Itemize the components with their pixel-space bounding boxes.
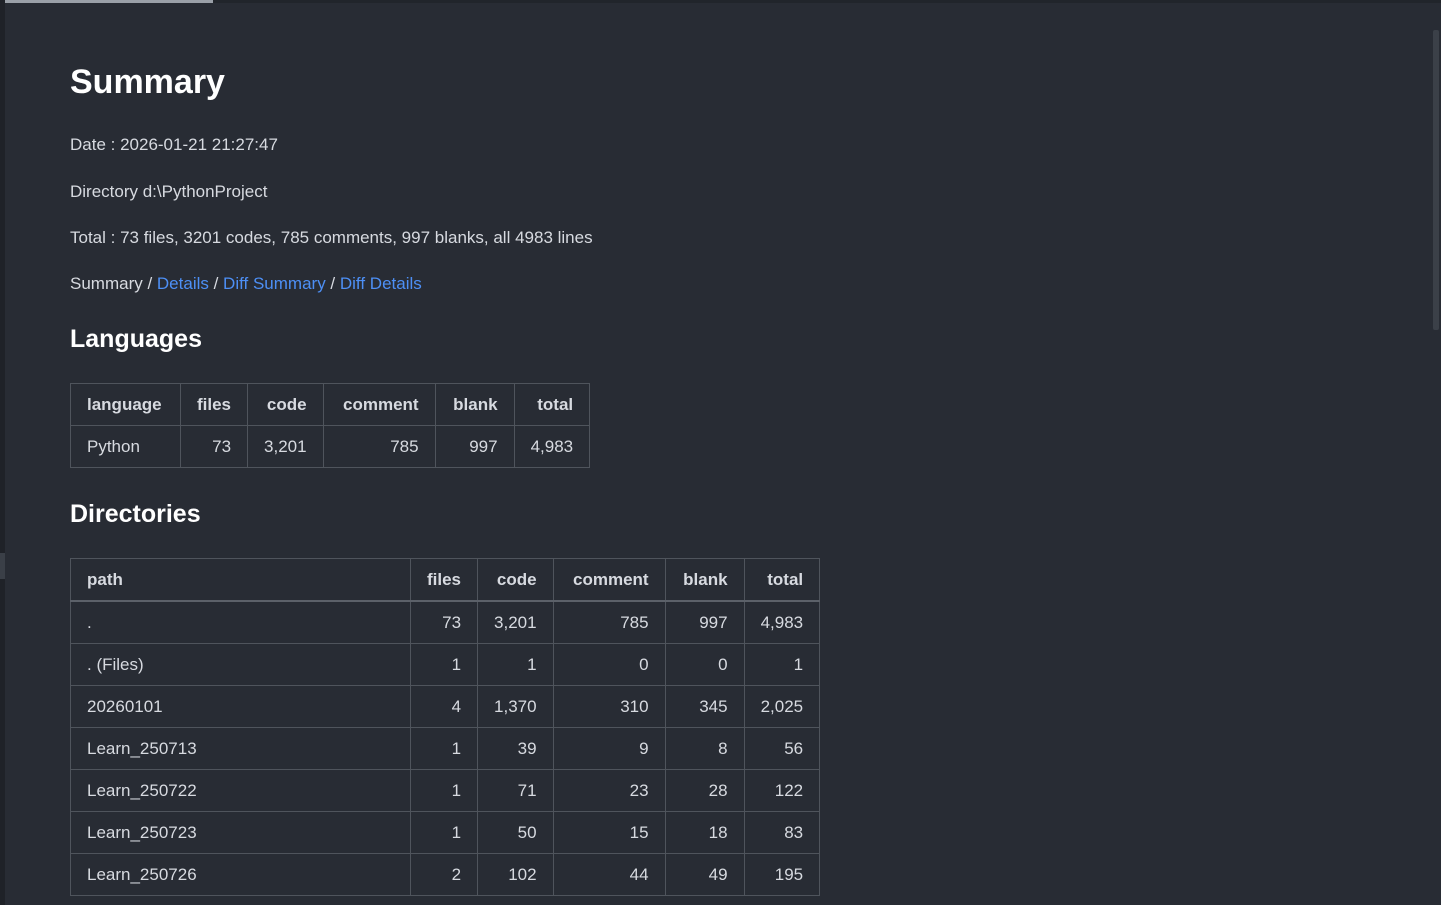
cell-path: Learn_250726: [70, 853, 411, 896]
total-line: Total : 73 files, 3201 codes, 785 commen…: [70, 228, 593, 247]
cell-code: 39: [477, 727, 554, 770]
cell-total: 4,983: [743, 600, 821, 644]
column-header-blank: blank: [664, 558, 745, 602]
table-header-row: language files code comment blank total: [70, 383, 591, 426]
cell-code: 3,201: [477, 600, 554, 644]
column-header-code: code: [247, 383, 324, 426]
scroll-progress-indicator: [0, 0, 213, 3]
cell-path: 20260101: [70, 685, 411, 728]
table-row: . 73 3,201 785 997 4,983: [70, 600, 821, 644]
directories-heading: Directories: [70, 500, 201, 528]
cell-total: 83: [743, 811, 821, 854]
table-row: Learn_250726 2 102 44 49 195: [70, 853, 821, 896]
directory-line: Directory d:\PythonProject: [70, 182, 268, 201]
column-header-files: files: [409, 558, 479, 602]
column-header-total: total: [513, 383, 591, 426]
cell-path: . (Files): [70, 643, 411, 686]
cell-comment: 44: [552, 853, 666, 896]
cell-code: 102: [477, 853, 554, 896]
cell-code: 71: [477, 769, 554, 812]
report-content: Summary Date : 2026-01-21 21:27:47 Direc…: [70, 55, 1370, 896]
cell-path: Learn_250723: [70, 811, 411, 854]
cell-files: 4: [409, 685, 479, 728]
cell-files: 1: [409, 727, 479, 770]
cell-code: 1,370: [477, 685, 554, 728]
cell-comment: 15: [552, 811, 666, 854]
cell-blank: 0: [664, 643, 745, 686]
column-header-path: path: [70, 558, 411, 602]
cell-blank: 18: [664, 811, 745, 854]
table-row: 20260101 4 1,370 310 345 2,025: [70, 685, 821, 728]
nav-separator: /: [325, 274, 340, 293]
cell-files: 1: [409, 811, 479, 854]
cell-total: 122: [743, 769, 821, 812]
nav-separator: /: [142, 274, 157, 293]
cell-total: 195: [743, 853, 821, 896]
cell-blank: 8: [664, 727, 745, 770]
languages-table: language files code comment blank total …: [70, 383, 591, 468]
table-row: . (Files) 1 1 0 0 1: [70, 643, 821, 686]
cell-code: 3,201: [247, 425, 324, 468]
cell-comment: 0: [552, 643, 666, 686]
nav-separator: /: [208, 274, 224, 293]
table-row: Learn_250723 1 50 15 18 83: [70, 811, 821, 854]
column-header-code: code: [477, 558, 554, 602]
cell-blank: 997: [434, 425, 515, 468]
vertical-scrollbar[interactable]: [1431, 3, 1441, 905]
cell-comment: 9: [552, 727, 666, 770]
cell-path: Learn_250713: [70, 727, 411, 770]
report-nav: Summary / Details / Diff Summary / Diff …: [70, 273, 1370, 295]
cell-files: 1: [409, 643, 479, 686]
column-header-total: total: [743, 558, 821, 602]
column-header-comment: comment: [322, 383, 436, 426]
gutter-marker: [0, 553, 5, 579]
cell-comment: 785: [552, 600, 666, 644]
cell-total: 1: [743, 643, 821, 686]
scrollbar-thumb[interactable]: [1433, 30, 1439, 330]
column-header-language: language: [70, 383, 181, 426]
table-header-row: path files code comment blank total: [70, 558, 821, 602]
cell-total: 56: [743, 727, 821, 770]
cell-comment: 310: [552, 685, 666, 728]
top-border: [0, 0, 1441, 3]
column-header-blank: blank: [434, 383, 515, 426]
cell-files: 73: [409, 600, 479, 644]
date-line: Date : 2026-01-21 21:27:47: [70, 135, 278, 154]
left-gutter: [0, 0, 5, 905]
cell-files: 1: [409, 769, 479, 812]
cell-files: 2: [409, 853, 479, 896]
cell-blank: 345: [664, 685, 745, 728]
cell-files: 73: [179, 425, 249, 468]
page-title: Summary: [70, 63, 225, 101]
column-header-files: files: [179, 383, 249, 426]
cell-total: 4,983: [513, 425, 591, 468]
directories-table: path files code comment blank total . 73…: [70, 558, 821, 896]
table-row: Python 73 3,201 785 997 4,983: [70, 425, 591, 468]
nav-link-details[interactable]: Details: [157, 274, 209, 293]
cell-comment: 23: [552, 769, 666, 812]
cell-path: .: [70, 600, 411, 644]
languages-heading: Languages: [70, 325, 202, 353]
nav-current: Summary: [70, 274, 143, 293]
cell-blank: 49: [664, 853, 745, 896]
nav-link-diff-summary[interactable]: Diff Summary: [223, 274, 326, 293]
cell-blank: 997: [664, 600, 745, 644]
nav-link-diff-details[interactable]: Diff Details: [340, 274, 422, 293]
cell-total: 2,025: [743, 685, 821, 728]
column-header-comment: comment: [552, 558, 666, 602]
cell-blank: 28: [664, 769, 745, 812]
cell-language: Python: [70, 425, 181, 468]
table-row: Learn_250722 1 71 23 28 122: [70, 769, 821, 812]
cell-comment: 785: [322, 425, 436, 468]
cell-path: Learn_250722: [70, 769, 411, 812]
table-row: Learn_250713 1 39 9 8 56: [70, 727, 821, 770]
cell-code: 50: [477, 811, 554, 854]
cell-code: 1: [477, 643, 554, 686]
